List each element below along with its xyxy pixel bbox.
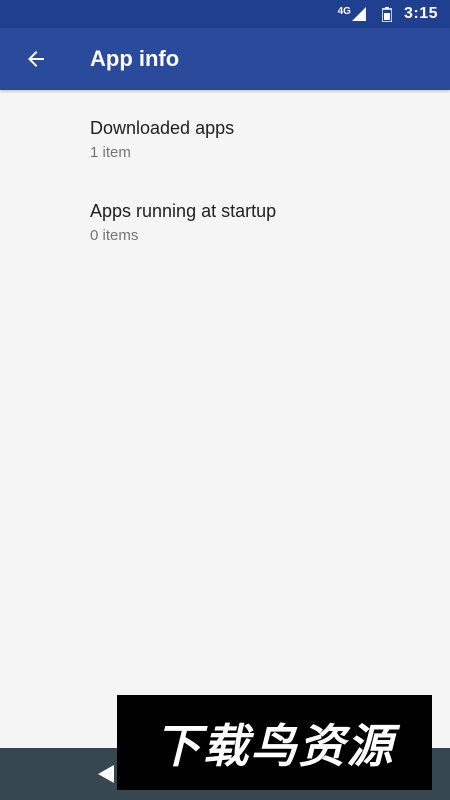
status-bar: 4G 3:15 xyxy=(0,0,450,28)
list-item-subtitle: 1 item xyxy=(90,144,131,161)
list-item-startup-apps[interactable]: Apps running at startup 0 items xyxy=(0,173,450,256)
watermark-text: 下载鸟资源 xyxy=(154,719,395,772)
back-button[interactable] xyxy=(0,28,72,90)
battery-icon xyxy=(381,6,392,22)
list-item-subtitle: 0 items xyxy=(90,227,139,244)
page-title: App info xyxy=(90,46,180,71)
nav-back-triangle-icon[interactable] xyxy=(94,762,118,786)
list-item-downloaded-apps[interactable]: Downloaded apps 1 item xyxy=(0,90,450,173)
list-item-title: Downloaded apps xyxy=(90,118,235,138)
settings-list: Downloaded apps 1 item Apps running at s… xyxy=(0,90,450,256)
app-bar: App info xyxy=(0,28,450,90)
network-type-label: 4G xyxy=(337,5,351,17)
watermark-logo: 下载鸟资源 xyxy=(117,695,432,790)
arrow-back-icon xyxy=(28,51,44,67)
list-item-title: Apps running at startup xyxy=(90,201,277,221)
status-time: 3:15 xyxy=(403,5,438,22)
cell-signal-icon xyxy=(351,7,366,21)
